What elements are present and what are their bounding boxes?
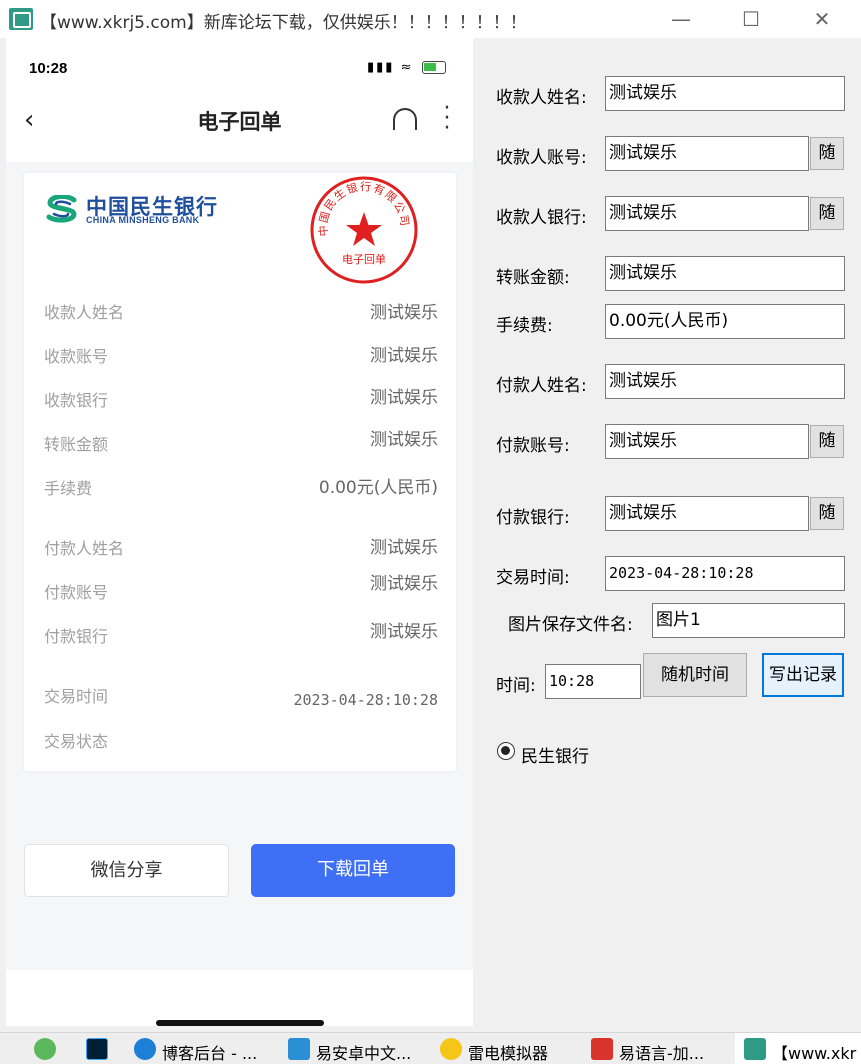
maximize-icon[interactable]: ☐	[726, 4, 776, 34]
minsheng-logo-icon	[46, 195, 77, 223]
easy-language-icon[interactable]	[591, 1038, 613, 1060]
download-receipt-button[interactable]: 下载回单	[251, 844, 455, 897]
receipt-value: 测试娱乐	[370, 388, 438, 408]
taskbar-item-label[interactable]: 博客后台 - ...	[162, 1040, 257, 1064]
app-icon	[9, 8, 33, 30]
official-seal-icon: 中国民生银行有限公司 电子回单	[310, 176, 418, 284]
payer-name-label: 付款人姓名:	[496, 376, 587, 396]
random-payer-account-button[interactable]: 随	[810, 425, 844, 458]
receipt-value: 测试娱乐	[370, 430, 438, 450]
phone-preview: 10:28 ▮▮▮ ≈ ‹ 电子回单 · · · 中国民生银行 CHINA MINS…	[6, 38, 473, 1026]
payer-name-input[interactable]: 测试娱乐	[605, 364, 845, 399]
receipt-label: 付款账号	[44, 583, 109, 602]
receipt-card: 中国民生银行 CHINA MINSHENG BANK 中国民生银行有限公司 电子…	[24, 173, 456, 771]
receipt-value: 测试娱乐	[370, 622, 438, 642]
receipt-label: 收款账号	[44, 347, 109, 366]
home-indicator	[156, 1020, 324, 1026]
image-filename-label: 图片保存文件名:	[508, 615, 633, 635]
payee-account-label: 收款人账号:	[496, 148, 587, 168]
fee-label: 手续费:	[496, 316, 553, 336]
taskbar: 博客后台 - ... 易安卓中文... 雷电模拟器 易语言-加... 【www.…	[0, 1032, 861, 1064]
minimize-icon[interactable]: —	[656, 4, 706, 34]
payer-bank-label: 付款银行:	[496, 508, 570, 528]
photoshop-icon[interactable]	[86, 1038, 108, 1060]
close-icon[interactable]: ✕	[797, 4, 847, 34]
time-label: 时间:	[496, 676, 536, 696]
seal-subtext: 电子回单	[342, 253, 386, 266]
battery-icon	[422, 61, 446, 74]
receipt-label: 付款人姓名	[44, 539, 125, 558]
status-time: 10:28	[29, 60, 68, 77]
amount-input[interactable]: 测试娱乐	[605, 256, 845, 291]
receipt-label: 收款人姓名	[44, 303, 125, 322]
signal-wifi-icon: ▮▮▮ ≈	[367, 60, 414, 75]
payee-name-input[interactable]: 测试娱乐	[605, 76, 845, 111]
receipt-value: 测试娱乐	[370, 574, 438, 594]
easy-android-icon[interactable]	[288, 1038, 310, 1060]
random-payer-bank-button[interactable]: 随	[810, 497, 844, 530]
receipt-value: 2023-04-28:10:28	[293, 691, 439, 709]
trade-time-label: 交易时间:	[496, 568, 570, 588]
receipt-value: 0.00元(人民币)	[318, 478, 438, 498]
receipt-label: 交易时间	[44, 687, 109, 706]
image-filename-input[interactable]: 图片1	[652, 603, 845, 638]
receipt-value: 测试娱乐	[370, 303, 438, 323]
receipt-value: 测试娱乐	[370, 538, 438, 558]
edge-icon[interactable]	[134, 1038, 156, 1060]
payee-name-label: 收款人姓名:	[496, 88, 587, 108]
payee-bank-input[interactable]: 测试娱乐	[605, 196, 809, 231]
headset-icon[interactable]	[393, 108, 417, 130]
phone-footer	[6, 970, 473, 1026]
trade-time-input[interactable]: 2023-04-28:10:28	[605, 556, 845, 591]
payer-bank-input[interactable]: 测试娱乐	[605, 496, 809, 531]
taskbar-item-label[interactable]: 易安卓中文...	[316, 1040, 411, 1064]
payee-bank-label: 收款人银行:	[496, 208, 587, 228]
receipt-label: 付款银行	[44, 627, 109, 646]
app-icon[interactable]	[744, 1038, 766, 1060]
payee-account-input[interactable]: 测试娱乐	[605, 136, 809, 171]
receipt-label: 手续费	[44, 479, 93, 498]
random-payee-account-button[interactable]: 随	[810, 137, 844, 170]
bank-name-english: CHINA MINSHENG BANK	[86, 215, 200, 225]
window-titlebar: 【www.xkrj5.com】新库论坛下载，仅供娱乐！！！！！！！！ — ☐ ✕	[0, 0, 861, 38]
window-title: 【www.xkrj5.com】新库论坛下载，仅供娱乐！！！！！！！！	[40, 13, 527, 33]
taskbar-item-label[interactable]: 【www.xkr	[772, 1040, 856, 1064]
taskbar-item-label[interactable]: 雷电模拟器	[468, 1040, 548, 1064]
payer-account-input[interactable]: 测试娱乐	[605, 424, 809, 459]
write-record-button[interactable]: 写出记录	[762, 653, 844, 697]
more-vertical-icon[interactable]: · · ·	[442, 98, 452, 140]
random-time-button[interactable]: 随机时间	[643, 653, 747, 697]
receipt-label: 转账金额	[44, 435, 109, 454]
bank-radio[interactable]	[497, 742, 515, 760]
time-input[interactable]: 10:28	[545, 664, 641, 699]
payer-account-label: 付款账号:	[496, 436, 570, 456]
phone-header	[6, 38, 473, 162]
amount-label: 转账金额:	[496, 268, 570, 288]
wechat-share-button[interactable]: 微信分享	[24, 844, 229, 897]
bank-radio-label[interactable]: 民生银行	[521, 742, 589, 767]
ldplayer-icon[interactable]	[440, 1038, 462, 1060]
fee-input[interactable]: 0.00元(人民币)	[605, 304, 845, 339]
receipt-label: 收款银行	[44, 391, 109, 410]
taskbar-item-label[interactable]: 易语言-加...	[619, 1040, 704, 1064]
browser-icon[interactable]	[34, 1038, 56, 1060]
receipt-label: 交易状态	[44, 732, 109, 751]
random-payee-bank-button[interactable]: 随	[810, 197, 844, 230]
receipt-value: 测试娱乐	[370, 346, 438, 366]
